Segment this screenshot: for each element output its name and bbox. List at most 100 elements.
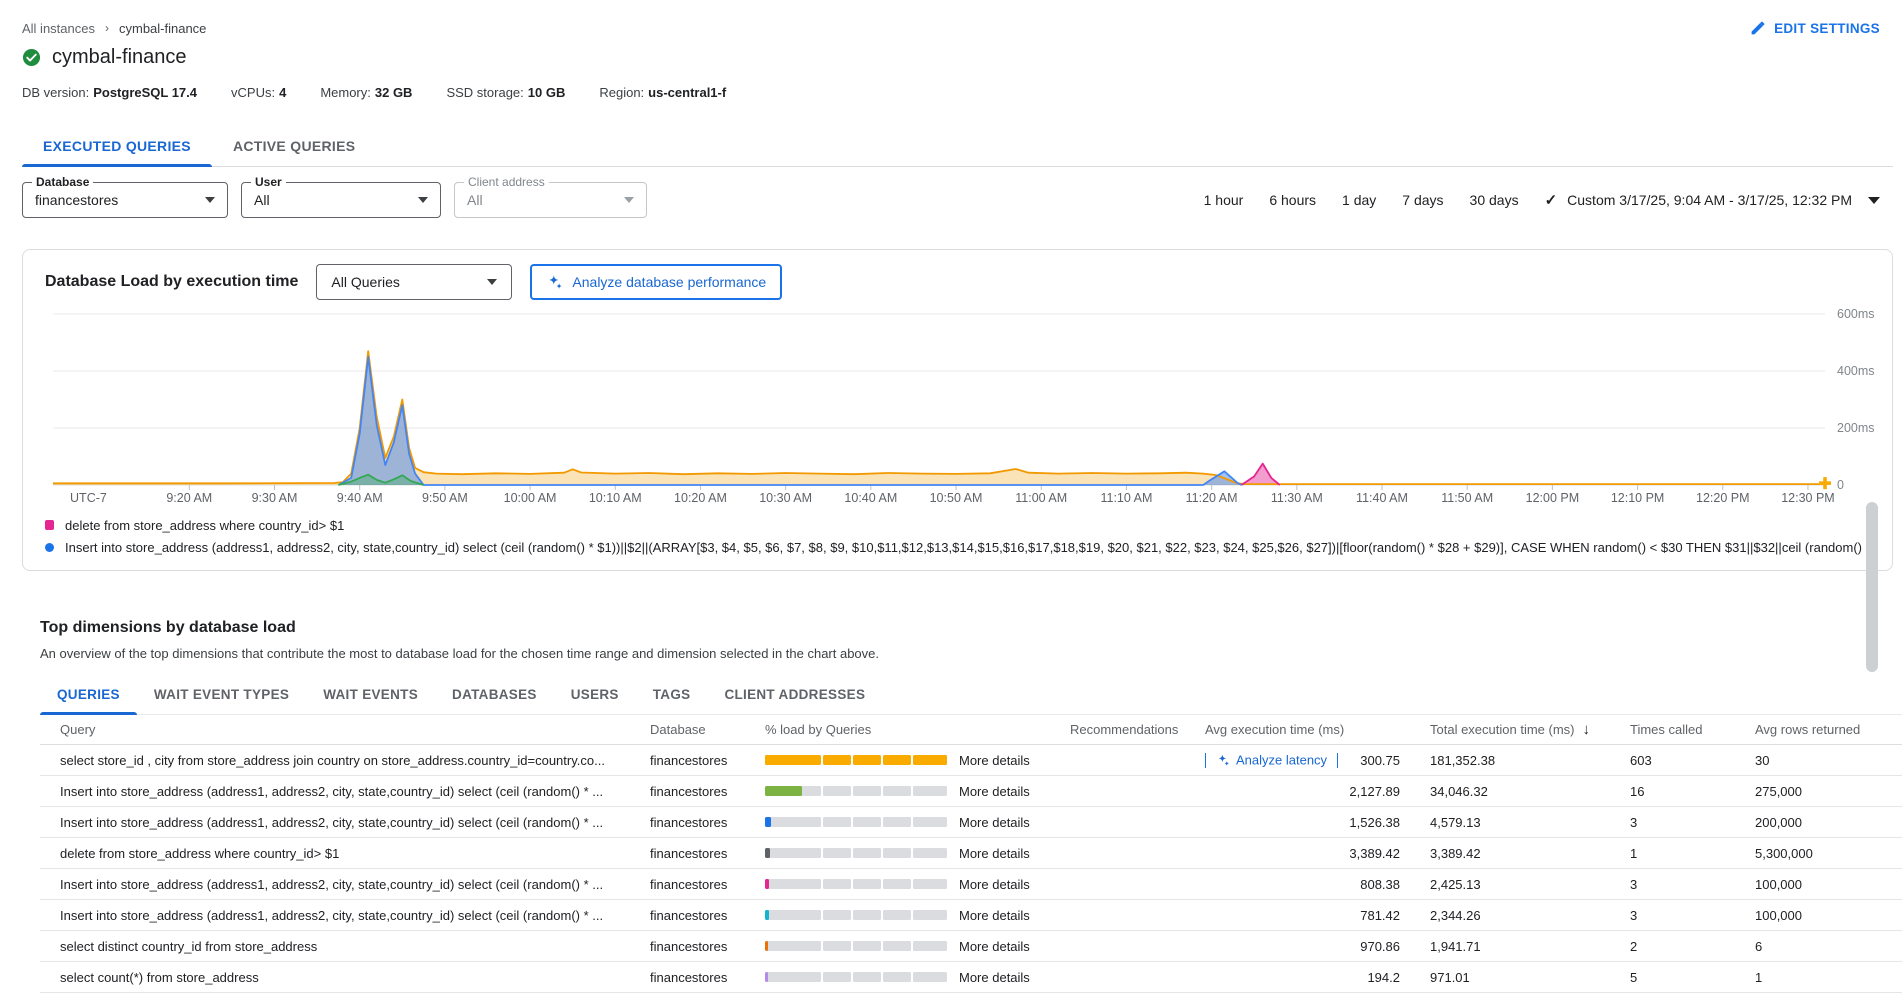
x-axis-label: 12:30 PM	[1781, 491, 1835, 505]
load-bar-segment	[853, 755, 881, 765]
breadcrumb-all-instances[interactable]: All instances	[22, 21, 95, 36]
analyze-latency-button[interactable]: Analyze latency	[1205, 753, 1338, 768]
load-bar-segment	[913, 910, 947, 920]
more-details-link[interactable]: More details	[959, 939, 1030, 954]
total-execution-time-cell: 971.01	[1430, 970, 1630, 985]
load-cell: More details	[765, 970, 1070, 985]
load-bar-segment	[823, 910, 851, 920]
column-header-avg-execution-time-ms-[interactable]: Avg execution time (ms)	[1205, 722, 1430, 737]
dimension-tab-users[interactable]: USERS	[554, 675, 636, 714]
table-row: Insert into store_address (address1, add…	[40, 776, 1902, 807]
analyze-database-performance-button[interactable]: Analyze database performance	[530, 264, 782, 300]
load-bar-segment	[823, 941, 851, 951]
legend-label: Insert into store_address (address1, add…	[65, 540, 1870, 555]
tab-executed-queries[interactable]: EXECUTED QUERIES	[22, 126, 212, 166]
time-option-1-hour[interactable]: 1 hour	[1204, 192, 1244, 208]
load-bar-segment	[853, 972, 881, 982]
load-bar-segment	[913, 941, 947, 951]
query-cell: Insert into store_address (address1, add…	[40, 877, 650, 892]
times-called-cell: 3	[1630, 815, 1755, 830]
more-details-link[interactable]: More details	[959, 846, 1030, 861]
filter-database[interactable]: Databasefinancestores	[22, 182, 228, 218]
load-bar-segment	[883, 972, 911, 982]
more-details-link[interactable]: More details	[959, 784, 1030, 799]
dimension-tab-tags[interactable]: TAGS	[636, 675, 708, 714]
more-details-link[interactable]: More details	[959, 877, 1030, 892]
avg-execution-time-cell: Analyze latency300.75	[1205, 753, 1430, 768]
queries-table: Query Database% load by QueriesRecommenda…	[40, 715, 1902, 993]
time-option-6-hours[interactable]: 6 hours	[1269, 192, 1316, 208]
more-details-link[interactable]: More details	[959, 908, 1030, 923]
database-cell: financestores	[650, 908, 765, 923]
more-details-link[interactable]: More details	[959, 753, 1030, 768]
more-details-link[interactable]: More details	[959, 815, 1030, 830]
column-header--load-by-queries[interactable]: % load by Queries	[765, 722, 1070, 737]
load-bar-fill	[765, 910, 769, 920]
query-filter-value: All Queries	[331, 274, 399, 290]
y-axis-label: 400ms	[1837, 364, 1875, 378]
more-details-link[interactable]: More details	[959, 970, 1030, 985]
column-header-label: Query	[60, 722, 95, 737]
meta-label: Region:	[599, 85, 644, 100]
x-axis-label: UTC-7	[70, 491, 107, 505]
instance-title-row: cymbal-finance	[22, 46, 1902, 69]
time-range-options: 1 hour 6 hours 1 day 7 days 30 days	[1204, 192, 1519, 208]
load-bar	[765, 972, 947, 982]
load-bar-fill	[765, 817, 771, 827]
dimension-tab-wait-events[interactable]: WAIT EVENTS	[306, 675, 435, 714]
legend-label: delete from store_address where country_…	[65, 518, 344, 533]
column-header-recommendations[interactable]: Recommendations	[1070, 722, 1205, 737]
legend-swatch	[45, 520, 54, 530]
column-header-database[interactable]: Database	[650, 722, 765, 737]
x-axis-label: 11:40 AM	[1356, 491, 1408, 505]
load-chart[interactable]: 600ms400ms200ms0UTC-79:20 AM9:30 AM9:40 …	[45, 304, 1870, 506]
times-called-cell: 1	[1630, 846, 1755, 861]
table-row: Insert into store_address (address1, add…	[40, 807, 1902, 838]
time-option-30-days[interactable]: 30 days	[1470, 192, 1519, 208]
load-cell: More details	[765, 908, 1070, 923]
database-cell: financestores	[650, 846, 765, 861]
edit-settings-button[interactable]: EDIT SETTINGS	[1750, 20, 1880, 36]
database-cell: financestores	[650, 753, 765, 768]
scrollbar-thumb[interactable]	[1866, 502, 1878, 672]
load-bar-segment	[823, 848, 851, 858]
query-filter-select[interactable]: All Queries	[316, 264, 512, 300]
query-cell: select store_id , city from store_addres…	[40, 753, 650, 768]
main-tabs: EXECUTED QUERIESACTIVE QUERIES	[22, 126, 1893, 167]
sort-desc-icon[interactable]: ↓	[1583, 721, 1591, 738]
time-option-7-days[interactable]: 7 days	[1402, 192, 1443, 208]
time-option-1-day[interactable]: 1 day	[1342, 192, 1376, 208]
page-title: cymbal-finance	[52, 46, 187, 69]
avg-execution-time-cell: 970.86	[1205, 939, 1430, 954]
load-bar-segment	[853, 879, 881, 889]
meta-item: SSD storage:10 GB	[446, 85, 565, 100]
column-header-times-called[interactable]: Times called	[1630, 722, 1755, 737]
load-bar-segment	[765, 972, 821, 982]
check-icon: ✓	[1545, 191, 1558, 209]
avg-execution-time-value: 2,127.89	[1349, 784, 1400, 799]
meta-item: vCPUs:4	[231, 85, 286, 100]
analyze-latency-label: Analyze latency	[1236, 753, 1327, 768]
filter-user[interactable]: UserAll	[241, 182, 441, 218]
chevron-down-icon	[418, 197, 428, 203]
tab-active-queries[interactable]: ACTIVE QUERIES	[212, 126, 376, 166]
dimension-tab-queries[interactable]: QUERIES	[40, 675, 137, 714]
dimension-tab-client-addresses[interactable]: CLIENT ADDRESSES	[707, 675, 882, 714]
table-header-row: Query Database% load by QueriesRecommenda…	[40, 715, 1902, 745]
filter-value: All	[254, 192, 270, 208]
column-header-total-execution-time-ms-[interactable]: Total execution time (ms)↓	[1430, 721, 1630, 738]
dimension-tab-databases[interactable]: DATABASES	[435, 675, 554, 714]
healthy-status-icon	[22, 48, 41, 67]
analyze-db-label: Analyze database performance	[572, 274, 766, 290]
time-range-custom[interactable]: ✓ Custom 3/17/25, 9:04 AM - 3/17/25, 12:…	[1545, 191, 1880, 209]
breadcrumb: All instances › cymbal-finance	[22, 21, 206, 36]
meta-value: 32 GB	[375, 85, 413, 100]
column-header-query[interactable]: Query	[40, 722, 650, 737]
load-bar-segment	[853, 786, 881, 796]
column-header-avg-rows-returned[interactable]: Avg rows returned	[1755, 722, 1902, 737]
load-bar-segment	[913, 848, 947, 858]
avg-rows-returned-cell: 6	[1755, 939, 1902, 954]
dimension-tab-wait-event-types[interactable]: WAIT EVENT TYPES	[137, 675, 306, 714]
chart-legend: delete from store_address where country_…	[45, 514, 1870, 558]
spark-icon	[1216, 753, 1230, 767]
